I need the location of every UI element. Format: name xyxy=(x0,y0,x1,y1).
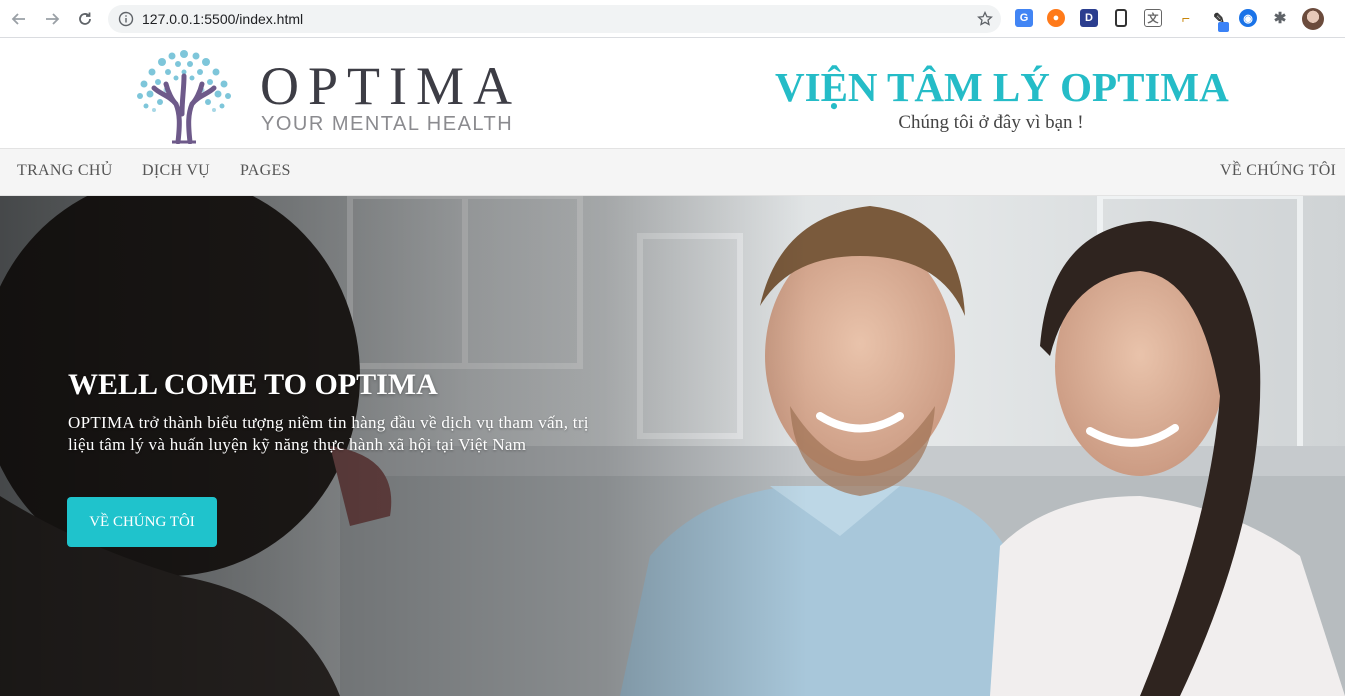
translate2-extension-icon[interactable]: 文 xyxy=(1144,9,1162,27)
back-icon[interactable] xyxy=(5,5,33,33)
nav-item-home[interactable]: TRANG CHỦ xyxy=(17,162,113,180)
brand-subtitle: Chúng tôi ở đây vì bạn ! xyxy=(898,112,1084,133)
hero-description: OPTIMA trở thành biểu tượng niềm tin hàn… xyxy=(68,413,589,454)
profile-avatar[interactable] xyxy=(1302,8,1324,30)
nav-item-pages[interactable]: PAGES xyxy=(240,162,291,180)
bookmark-star-icon[interactable] xyxy=(977,11,993,27)
tree-logo-icon[interactable] xyxy=(132,44,236,144)
nav-item-services[interactable]: DỊCH VỤ xyxy=(142,162,210,180)
d-extension-icon[interactable]: D xyxy=(1080,9,1098,27)
reload-icon[interactable] xyxy=(71,5,99,33)
nav-item-about[interactable]: VỀ CHÚNG TÔI xyxy=(1220,162,1336,180)
brand-title: VIỆN TÂM LÝ OPTIMA xyxy=(775,64,1229,110)
compass-extension-icon[interactable]: ◉ xyxy=(1239,9,1257,27)
extensions-icon[interactable]: ✱ xyxy=(1271,9,1289,27)
hero-banner: WELL COME TO OPTIMA OPTIMA trở thành biể… xyxy=(0,196,1345,696)
browser-toolbar: 127.0.0.1:5500/index.html G ● D 文 ⌐ ✎ ◉ … xyxy=(0,0,1345,38)
ruler-extension-icon[interactable]: ⌐ xyxy=(1177,9,1195,27)
info-icon[interactable] xyxy=(118,11,134,27)
site-header: OPTIMA YOUR MENTAL HEALTH VIỆN TÂM LÝ OP… xyxy=(0,38,1345,148)
forward-icon[interactable] xyxy=(38,5,66,33)
logo-wordmark[interactable]: OPTIMA xyxy=(260,58,521,114)
translate-extension-icon[interactable]: G xyxy=(1015,9,1033,27)
about-us-button[interactable]: VỀ CHÚNG TÔI xyxy=(67,497,217,547)
logo-tagline: YOUR MENTAL HEALTH xyxy=(261,113,514,135)
phone-extension-icon[interactable] xyxy=(1115,9,1127,27)
main-nav: TRANG CHỦ DỊCH VỤ PAGES VỀ CHÚNG TÔI xyxy=(0,148,1345,196)
fire-extension-icon[interactable]: ● xyxy=(1047,9,1065,27)
url-text[interactable]: 127.0.0.1:5500/index.html xyxy=(142,11,303,27)
eyedropper-badge xyxy=(1218,22,1229,32)
hero-title: WELL COME TO OPTIMA xyxy=(68,368,438,401)
address-bar[interactable]: 127.0.0.1:5500/index.html xyxy=(108,5,1001,33)
